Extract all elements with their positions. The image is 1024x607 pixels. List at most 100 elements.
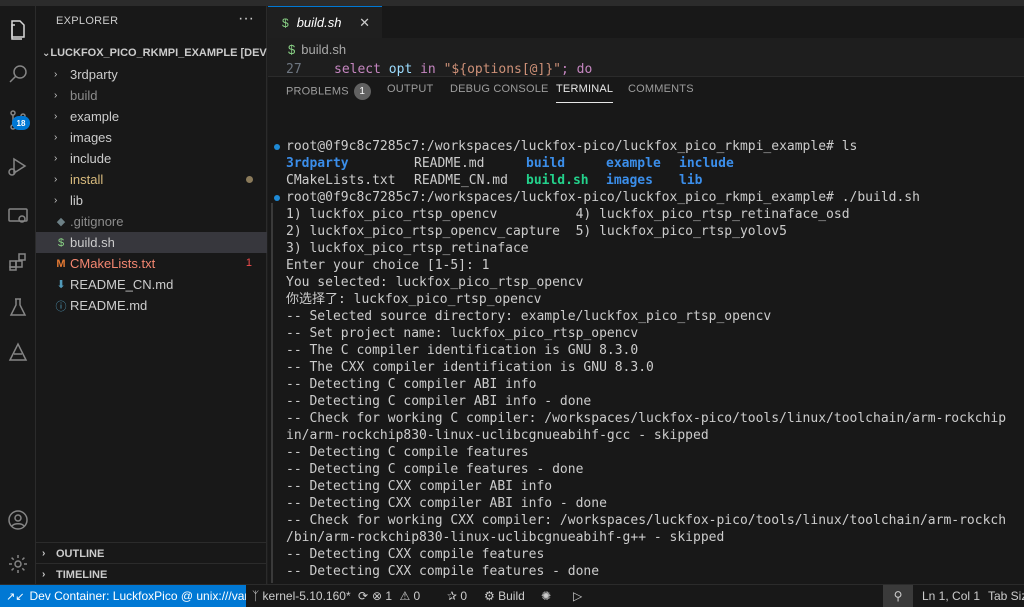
terminal-line: -- The CXX compiler identification is GN… <box>286 360 654 375</box>
problems-badge: 1 <box>353 83 371 100</box>
extensions-icon[interactable] <box>0 244 36 280</box>
close-icon[interactable]: ✕ <box>359 15 370 31</box>
branch-item[interactable]: ᛉ kernel-5.10.160* ⟳ <box>252 589 368 603</box>
more-actions-icon[interactable]: ··· <box>238 10 254 28</box>
chevron-right-icon: › <box>54 69 58 80</box>
terminal-line: 你选择了: luckfox_pico_rtsp_opencv <box>286 292 542 307</box>
terminal-line: /bin/arm-rockchip830-linux-uclibcgnueabi… <box>286 530 725 545</box>
chevron-right-icon: › <box>54 132 58 143</box>
tree-item-cmakelists[interactable]: M CMakeLists.txt 1 <box>36 253 267 274</box>
terminal-prompt: root@0f9c8c7285c7:/workspaces/luckfox-pi… <box>286 190 920 205</box>
tab-output[interactable]: OUTPUT <box>387 83 433 95</box>
command-running-bar <box>271 203 273 583</box>
chevron-right-icon: › <box>54 111 58 122</box>
remote-indicator[interactable]: ↗↙ Dev Container: LuckfoxPico @ unix:///… <box>0 585 246 607</box>
modified-dot <box>246 176 253 183</box>
outline-section[interactable]: › OUTLINE <box>36 542 267 564</box>
status-bar: ↗↙ Dev Container: LuckfoxPico @ unix:///… <box>0 584 1024 607</box>
explorer-icon[interactable] <box>0 12 36 48</box>
explorer-title: EXPLORER <box>56 15 119 27</box>
cursor-position[interactable]: Ln 1, Col 1 <box>922 589 980 603</box>
shell-file-icon: $ <box>282 15 289 30</box>
explorer-sidebar: EXPLORER ··· ⌄ LUCKFOX_PICO_RKMPI_EXAMPL… <box>36 6 267 584</box>
ls-output-row: CMakeLists.txt README_CN.md build.sh images… <box>286 172 702 189</box>
ls-entry: 3rdparty <box>286 156 349 171</box>
code-variable: opt <box>388 62 413 76</box>
tree-item-build-sh[interactable]: $ build.sh <box>36 232 267 253</box>
tree-item-build[interactable]: › build <box>36 85 267 106</box>
tab-comments[interactable]: COMMENTS <box>628 83 694 95</box>
tree-item-install[interactable]: › install <box>36 169 267 190</box>
problems-item[interactable]: ⊗ 1 ⚠ 0 <box>372 589 420 603</box>
ls-entry: README.md <box>414 156 485 171</box>
testing-icon[interactable] <box>0 290 36 326</box>
ports-item[interactable]: ✰ 0 <box>447 589 467 603</box>
platformio-icon[interactable] <box>0 334 36 370</box>
chevron-right-icon: › <box>54 195 58 206</box>
debug-item[interactable]: ✺ <box>541 589 551 603</box>
terminal-line: -- Detecting CXX compile features <box>286 547 545 562</box>
terminal-line: -- Detecting C compiler ABI info <box>286 377 537 392</box>
tab-terminal[interactable]: TERMINAL <box>556 83 614 103</box>
ls-entry: example <box>606 156 661 171</box>
panel-tabs: PROBLEMS 1 OUTPUT DEBUG CONSOLE TERMINAL … <box>268 77 1024 105</box>
gitignore-file-icon: ◆ <box>56 216 66 228</box>
tree-item-label: README.md <box>70 298 148 313</box>
tree-item-3rdparty[interactable]: › 3rdparty <box>36 64 267 85</box>
tree-item-label: 3rdparty <box>70 67 118 82</box>
settings-gear-icon[interactable] <box>0 546 36 582</box>
tree-item-example[interactable]: › example <box>36 106 267 127</box>
outline-label: OUTLINE <box>56 547 105 560</box>
tree-item-images[interactable]: › images <box>36 127 267 148</box>
tree-item-lib[interactable]: › lib <box>36 190 267 211</box>
code-line[interactable]: 27 select opt in "${options[@]}"; do <box>268 60 1024 76</box>
tab-debug-console[interactable]: DEBUG CONSOLE <box>450 83 549 95</box>
account-icon[interactable] <box>0 502 36 538</box>
command-decoration-icon[interactable] <box>274 195 280 201</box>
tab-problems[interactable]: PROBLEMS 1 <box>286 83 371 100</box>
terminal-line: -- The C compiler identification is GNU … <box>286 343 639 358</box>
terminal-line: -- Check for working CXX compiler: /work… <box>286 513 1007 528</box>
chevron-right-icon: › <box>42 569 46 580</box>
breadcrumb[interactable]: $ build.sh <box>288 42 346 57</box>
ls-entry: CMakeLists.txt <box>286 173 396 188</box>
shell-file-icon: $ <box>288 42 296 57</box>
run-debug-icon[interactable] <box>0 148 36 184</box>
build-button[interactable]: ⚙ Build <box>484 589 525 603</box>
command-decoration-icon[interactable] <box>274 144 280 150</box>
tab-build-sh[interactable]: $ build.sh ✕ <box>268 6 382 38</box>
breadcrumb-file: build.sh <box>301 42 347 57</box>
terminal-line: -- Selected source directory: example/lu… <box>286 309 772 324</box>
sync-icon: ⟳ <box>357 589 369 603</box>
tab-size[interactable]: Tab Size <box>988 589 1024 603</box>
tree-item-gitignore[interactable]: ◆ .gitignore <box>36 211 267 232</box>
tree-item-readme-cn[interactable]: ⬇ README_CN.md <box>36 274 267 295</box>
shell-file-icon: $ <box>57 236 65 249</box>
tree-item-label: build <box>70 88 98 103</box>
tree-item-readme[interactable]: ⓘ README.md <box>36 295 267 316</box>
tree-item-label: .gitignore <box>70 214 124 229</box>
ls-entry: lib <box>679 173 703 188</box>
terminal-prompt: root@0f9c8c7285c7:/workspaces/luckfox-pi… <box>286 139 858 154</box>
terminal-line: You selected: luckfox_pico_rtsp_opencv <box>286 275 584 290</box>
terminal-output[interactable]: root@0f9c8c7285c7:/workspaces/luckfox-pi… <box>268 129 1024 585</box>
zoom-icon[interactable]: ⚲ <box>883 585 913 607</box>
workspace-root[interactable]: ⌄ LUCKFOX_PICO_RKMPI_EXAMPLE [DEV ... <box>36 42 267 64</box>
gear-icon: ⚙ <box>484 589 495 603</box>
code-end: ; do <box>561 62 593 76</box>
tree-item-include[interactable]: › include <box>36 148 267 169</box>
ls-entry: images <box>606 173 653 188</box>
search-icon[interactable] <box>0 56 36 92</box>
warning-icon: ⚠ <box>399 589 411 603</box>
markdown-file-icon: ⬇ <box>56 279 66 291</box>
error-icon: ⊗ <box>372 589 383 603</box>
terminal-line: -- Set project name: luckfox_pico_rtsp_o… <box>286 326 639 341</box>
terminal-line: -- Detecting CXX compiler ABI info <box>286 479 553 494</box>
remote-explorer-icon[interactable] <box>0 198 36 234</box>
source-control-icon[interactable]: 18 <box>0 102 36 138</box>
bottom-panel: PROBLEMS 1 OUTPUT DEBUG CONSOLE TERMINAL … <box>268 76 1024 584</box>
source-control-badge: 18 <box>12 116 30 130</box>
timeline-section[interactable]: › TIMELINE <box>36 563 267 585</box>
run-item[interactable]: ▷ <box>573 589 582 603</box>
git-branch-icon: ᛉ <box>252 589 260 603</box>
